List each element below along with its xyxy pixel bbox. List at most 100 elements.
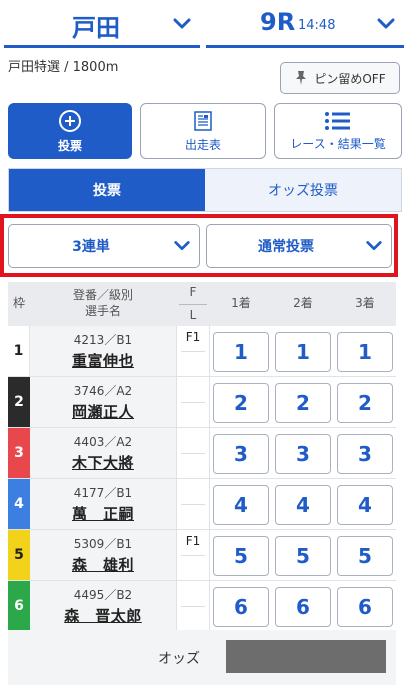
col-waku: 枠 — [12, 296, 25, 311]
racer-reg: 3746／A2 — [73, 384, 133, 398]
waku-number: 6 — [8, 581, 30, 631]
first-place-button[interactable]: 2 — [213, 383, 269, 423]
odds-label: オッズ — [158, 651, 200, 667]
racer-reg: 4213／B1 — [73, 333, 133, 347]
racer-reg: 4177／B1 — [73, 486, 133, 500]
pin-label: ピン留めOFF — [314, 71, 386, 86]
second-place-button[interactable]: 3 — [275, 434, 331, 474]
waku-number: 2 — [8, 377, 30, 427]
third-place-button[interactable]: 5 — [337, 536, 393, 576]
f-value: F1 — [185, 534, 201, 548]
fl-cell — [176, 581, 210, 631]
table-row: 2 3746／A2 岡瀬正人 2 2 2 — [8, 377, 396, 428]
chevron-down-icon — [173, 18, 191, 29]
fl-cell: F1 — [176, 530, 210, 580]
venue-name: 戸田 — [72, 14, 120, 42]
second-place-button[interactable]: 4 — [275, 485, 331, 525]
waku-number: 4 — [8, 479, 30, 529]
col-third: 3着 — [355, 296, 375, 311]
table-row: 6 4495／B2 森 晋太郎 6 6 6 — [8, 581, 396, 632]
nav-entry-label: 出走表 — [184, 137, 221, 152]
newspaper-icon — [194, 110, 212, 131]
chevron-down-icon — [366, 241, 382, 251]
bet-type-dropdown[interactable]: 3連単 — [8, 224, 200, 268]
nav-result-label: レース・結果一覧 — [290, 136, 386, 151]
table-row: 3 4403／A2 木下大將 3 3 3 — [8, 428, 396, 479]
tab-odds-vote[interactable]: オッズ投票 — [205, 169, 401, 211]
first-place-button[interactable]: 5 — [213, 536, 269, 576]
nav-vote-button[interactable]: 投票 — [8, 103, 132, 159]
table-row: 1 4213／B1 重富伸也 F1 1 1 1 — [8, 326, 396, 377]
first-place-button[interactable]: 3 — [213, 434, 269, 474]
odds-row: オッズ — [8, 630, 396, 685]
racer-name-link[interactable]: 森 晋太郎 — [30, 605, 176, 626]
third-place-button[interactable]: 4 — [337, 485, 393, 525]
racer-reg: 5309／B1 — [73, 537, 133, 551]
racer-name-link[interactable]: 木下大將 — [30, 452, 176, 473]
third-place-button[interactable]: 1 — [337, 332, 393, 372]
nav-vote-label: 投票 — [57, 138, 82, 153]
fl-cell — [176, 377, 210, 427]
vote-tabs: 投票 オッズ投票 — [8, 168, 402, 212]
odds-value-box — [226, 640, 386, 673]
col-name-label: 選手名 — [84, 304, 121, 318]
racer-info: 4495／B2 森 晋太郎 — [30, 581, 176, 631]
plus-circle-icon — [59, 109, 81, 132]
nav-result-button[interactable]: レース・結果一覧 — [274, 103, 402, 159]
race-time: 14:48 — [298, 18, 336, 33]
racer-reg: 4495／B2 — [73, 588, 133, 602]
racer-name-link[interactable]: 萬 正嗣 — [30, 503, 176, 524]
racer-info: 4177／B1 萬 正嗣 — [30, 479, 176, 529]
col-first: 1着 — [231, 296, 251, 311]
bet-type-value: 3連単 — [72, 239, 110, 255]
col-second: 2着 — [293, 296, 313, 311]
first-place-button[interactable]: 4 — [213, 485, 269, 525]
col-f-label: F — [189, 284, 197, 299]
f-value: F1 — [185, 330, 201, 344]
waku-number: 1 — [8, 326, 30, 376]
chevron-down-icon — [174, 241, 190, 251]
race-info: 戸田特選 / 1800m — [8, 60, 119, 75]
pin-icon — [296, 71, 307, 85]
racer-info: 4213／B1 重富伸也 — [30, 326, 176, 376]
table-row: 5 5309／B1 森 雄利 F1 5 5 5 — [8, 530, 396, 581]
second-place-button[interactable]: 1 — [275, 332, 331, 372]
vote-method-value: 通常投票 — [258, 239, 314, 255]
third-place-button[interactable]: 3 — [337, 434, 393, 474]
table-header: 枠 登番／級別 選手名 F L 1着 2着 3着 — [8, 282, 396, 326]
chevron-down-icon — [377, 18, 395, 29]
nav-entry-button[interactable]: 出走表 — [140, 103, 266, 159]
first-place-button[interactable]: 6 — [213, 587, 269, 627]
third-place-button[interactable]: 6 — [337, 587, 393, 627]
col-fl: F L — [176, 282, 210, 326]
pin-toggle-button[interactable]: ピン留めOFF — [280, 62, 400, 94]
second-place-button[interactable]: 6 — [275, 587, 331, 627]
venue-underline — [4, 45, 200, 48]
race-number: 9R — [260, 8, 296, 36]
racer-info: 3746／A2 岡瀬正人 — [30, 377, 176, 427]
racer-name-link[interactable]: 岡瀬正人 — [30, 401, 176, 422]
racer-info: 5309／B1 森 雄利 — [30, 530, 176, 580]
list-icon — [325, 111, 350, 130]
col-l-label: L — [189, 307, 197, 322]
racer-name-link[interactable]: 森 雄利 — [30, 554, 176, 575]
racer-name-link[interactable]: 重富伸也 — [30, 350, 176, 371]
tab-vote[interactable]: 投票 — [9, 169, 205, 211]
col-reg-label: 登番／級別 — [72, 288, 133, 303]
second-place-button[interactable]: 5 — [275, 536, 331, 576]
col-racer: 登番／級別 選手名 — [30, 282, 176, 326]
fl-cell: F1 — [176, 326, 210, 376]
racer-reg: 4403／A2 — [73, 435, 133, 449]
first-place-button[interactable]: 1 — [213, 332, 269, 372]
third-place-button[interactable]: 2 — [337, 383, 393, 423]
waku-number: 5 — [8, 530, 30, 580]
fl-cell — [176, 479, 210, 529]
venue-selector[interactable]: 戸田 — [4, 0, 200, 48]
racer-info: 4403／A2 木下大將 — [30, 428, 176, 478]
race-selector[interactable]: 9R 14:48 — [206, 0, 404, 48]
second-place-button[interactable]: 2 — [275, 383, 331, 423]
table-row: 4 4177／B1 萬 正嗣 4 4 4 — [8, 479, 396, 530]
vote-method-dropdown[interactable]: 通常投票 — [206, 224, 392, 268]
fl-cell — [176, 428, 210, 478]
waku-number: 3 — [8, 428, 30, 478]
